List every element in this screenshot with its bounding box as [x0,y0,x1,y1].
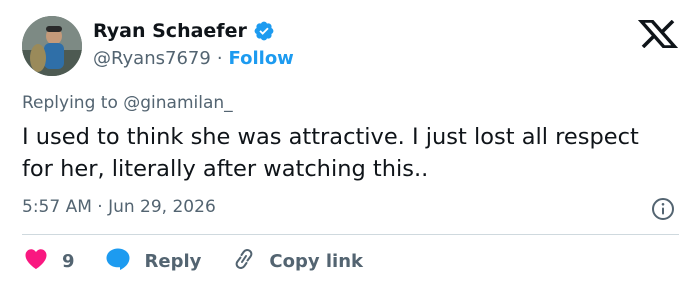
heart-icon [24,248,48,275]
replying-prefix: Replying to [22,93,118,113]
reply-button[interactable]: Reply [105,247,202,276]
replying-to-line: Replying to @ginamilan_ [22,93,233,113]
reply-bubble-icon [105,247,131,276]
author-handle[interactable]: @Ryans7679 [93,48,211,69]
copy-link-label: Copy link [269,250,363,272]
tweet-text: I used to think she was attractive. I ju… [22,124,639,182]
follow-button[interactable]: Follow [229,48,294,69]
like-count: 9 [62,250,75,272]
author-handle-row: @Ryans7679 · Follow [93,48,294,69]
author-display-name[interactable]: Ryan Schaefer [93,20,247,42]
divider [22,234,679,235]
copy-link-button[interactable]: Copy link [231,247,363,276]
info-icon[interactable] [651,197,675,221]
link-icon [231,247,257,276]
reply-label: Reply [144,250,202,272]
like-button[interactable]: 9 [24,248,75,275]
x-logo-icon[interactable] [637,19,679,49]
author-name-row: Ryan Schaefer [93,20,275,42]
separator-dot: · [216,48,223,69]
avatar[interactable] [22,16,82,76]
action-bar: 9 Reply Copy link [24,248,363,274]
verified-badge-icon [253,20,275,42]
tweet-card: Ryan Schaefer @Ryans7679 · Follow Replyi… [0,0,700,287]
tweet-timestamp[interactable]: 5:57 AM · Jun 29, 2026 [22,197,216,217]
reply-mention-link[interactable]: @ginamilan_ [123,93,232,113]
